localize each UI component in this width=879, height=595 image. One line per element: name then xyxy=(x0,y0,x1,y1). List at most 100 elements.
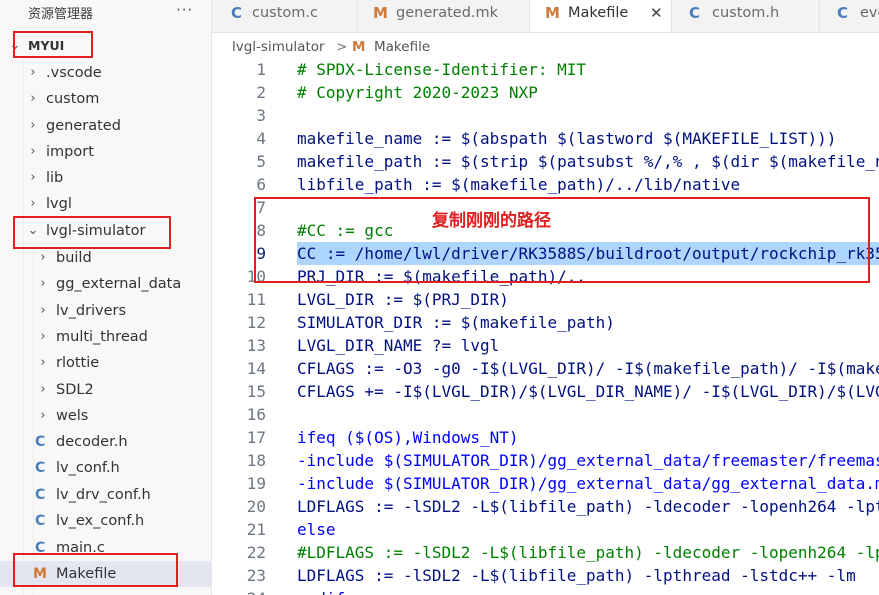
code-line[interactable]: CFLAGS := -O3 -g0 -I$(LVGL_DIR)/ -I$(mak… xyxy=(297,357,879,380)
tree-item-decoder-h[interactable]: C decoder.h xyxy=(0,429,211,455)
code-line-comment[interactable]: # Copyright 2020-2023 NXP xyxy=(297,81,538,104)
chevron-down-icon: ⌄ xyxy=(9,38,21,53)
tab-label: custom.c xyxy=(252,5,318,21)
code-line[interactable]: LVGL_DIR := $(PRJ_DIR) xyxy=(297,288,509,311)
code-line[interactable]: PRJ_DIR := $(makefile_path)/.. xyxy=(297,265,586,288)
tree-item-label: Makefile xyxy=(56,566,117,582)
tree-item-wels[interactable]: › wels xyxy=(0,403,211,429)
tab-generated-mk[interactable]: M generated.mk xyxy=(358,0,530,32)
tree-item-label: gg_external_data xyxy=(56,276,182,292)
close-icon[interactable]: ✕ xyxy=(650,0,663,26)
tree-root-myui[interactable]: ⌄ MYUI xyxy=(0,33,211,59)
code-line[interactable]: makefile_path := $(strip $(patsubst %/,%… xyxy=(297,150,879,173)
tab-custom-h[interactable]: C custom.h xyxy=(672,0,820,32)
code-line[interactable]: LDFLAGS := -lSDL2 -L$(libfile_path) -lde… xyxy=(297,495,879,518)
line-number: 9 xyxy=(256,244,266,263)
tab-label: eve xyxy=(860,5,879,21)
tree-item-label: wels xyxy=(56,408,89,424)
makefile-icon: M xyxy=(33,566,47,582)
tree-item-multi-thread[interactable]: › multi_thread xyxy=(0,324,211,350)
tree-item-import[interactable]: › import xyxy=(0,139,211,165)
tree-item-lib[interactable]: › lib xyxy=(0,165,211,191)
chevron-right-icon: › xyxy=(30,196,36,211)
c-file-icon: C xyxy=(35,460,46,476)
chevron-right-icon: › xyxy=(30,118,36,133)
code-line-comment[interactable]: # SPDX-License-Identifier: MIT xyxy=(297,58,586,81)
c-file-icon: C xyxy=(35,434,46,450)
tree-item-lvgl-simulator[interactable]: ⌄ lvgl-simulator xyxy=(0,218,211,244)
breadcrumb-folder[interactable]: lvgl-simulator xyxy=(232,36,325,58)
line-number: 22 xyxy=(246,543,266,562)
tree-item-rlottie[interactable]: › rlottie xyxy=(0,350,211,376)
line-number: 18 xyxy=(246,451,266,470)
line-number: 16 xyxy=(246,405,266,424)
tab-label: Makefile xyxy=(568,5,629,21)
tree-item-label: main.c xyxy=(56,540,105,556)
tree-item-lv-drv-conf-h[interactable]: C lv_drv_conf.h xyxy=(0,482,211,508)
code-line[interactable]: CFLAGS += -I$(LVGL_DIR)/$(LVGL_DIR_NAME)… xyxy=(297,380,879,403)
tree-item-label: lib xyxy=(46,170,64,186)
code-line[interactable]: LVGL_DIR_NAME ?= lvgl xyxy=(297,334,499,357)
chevron-right-icon: › xyxy=(40,329,46,344)
line-number: 6 xyxy=(256,175,266,194)
tree-item-lvgl[interactable]: › lvgl xyxy=(0,191,211,217)
line-number: 20 xyxy=(246,497,266,516)
tab-eve[interactable]: C eve xyxy=(820,0,879,32)
code-line[interactable]: makefile_name := $(abspath $(lastword $(… xyxy=(297,127,836,150)
editor-tab-bar: C custom.c M generated.mk M Makefile ✕ C… xyxy=(212,0,879,33)
c-file-icon: C xyxy=(35,540,46,556)
tree-item-lv-drivers[interactable]: › lv_drivers xyxy=(0,298,211,324)
more-actions-icon[interactable]: ··· xyxy=(176,1,193,19)
code-line-comment[interactable]: #CC := gcc xyxy=(297,219,393,242)
code-editor[interactable]: 1 2 3 4 5 6 7 8 9 10 11 12 13 14 15 16 1… xyxy=(212,58,879,595)
tab-makefile[interactable]: M Makefile ✕ xyxy=(530,0,672,32)
tree-item-generated[interactable]: › generated xyxy=(0,113,211,139)
tree-item-build[interactable]: › build xyxy=(0,245,211,271)
tree-item-lv-ex-conf-h[interactable]: C lv_ex_conf.h xyxy=(0,508,211,534)
tree-item-label: lv_drv_conf.h xyxy=(56,487,151,503)
line-number: 12 xyxy=(246,313,266,332)
tree-item-label: generated xyxy=(46,118,121,134)
tree-item-main-c[interactable]: C main.c xyxy=(0,535,211,561)
c-file-icon: C xyxy=(231,4,243,22)
line-number: 10 xyxy=(246,267,266,286)
code-line[interactable]: LDFLAGS := -lSDL2 -L$(libfile_path) -lpt… xyxy=(297,564,856,587)
tree-item-label: build xyxy=(56,250,92,266)
tree-item-custom[interactable]: › custom xyxy=(0,86,211,112)
line-number: 11 xyxy=(246,290,266,309)
code-line-keyword[interactable]: ifeq ($(OS),Windows_NT) xyxy=(297,426,519,449)
tree-item-label: SDL2 xyxy=(56,382,94,398)
chevron-right-icon: › xyxy=(40,276,46,291)
c-file-icon: C xyxy=(837,4,849,22)
chevron-right-icon: › xyxy=(40,382,46,397)
code-line-keyword[interactable]: else xyxy=(297,518,336,541)
line-number: 19 xyxy=(246,474,266,493)
tab-custom-c[interactable]: C custom.c xyxy=(212,0,358,32)
code-line-selected[interactable]: CC := /home/lwl/driver/RK3588S/buildroot… xyxy=(297,242,879,265)
code-line-keyword[interactable]: endif xyxy=(297,587,345,595)
tree-item-lv-conf-h[interactable]: C lv_conf.h xyxy=(0,455,211,481)
breadcrumb-file[interactable]: Makefile xyxy=(374,36,430,58)
tree-item-sdl2[interactable]: › SDL2 xyxy=(0,377,211,403)
code-line[interactable]: libfile_path := $(makefile_path)/../lib/… xyxy=(297,173,740,196)
annotation-text: 复制刚刚的路径 xyxy=(432,211,551,231)
tree-item-label: .vscode xyxy=(46,65,102,81)
code-line[interactable]: SIMULATOR_DIR := $(makefile_path) xyxy=(297,311,615,334)
tree-item-gg-external-data[interactable]: › gg_external_data xyxy=(0,271,211,297)
line-number: 14 xyxy=(246,359,266,378)
tree-item-vscode[interactable]: › .vscode xyxy=(0,60,211,86)
code-line-keyword[interactable]: -include $(SIMULATOR_DIR)/gg_external_da… xyxy=(297,449,879,472)
tab-label: custom.h xyxy=(712,5,780,21)
code-line-comment[interactable]: #LDFLAGS := -lSDL2 -L$(libfile_path) -ld… xyxy=(297,541,879,564)
tree-item-makefile[interactable]: M Makefile xyxy=(0,561,211,587)
line-number: 17 xyxy=(246,428,266,447)
code-line-keyword[interactable]: -include $(SIMULATOR_DIR)/gg_external_da… xyxy=(297,472,879,495)
line-number: 21 xyxy=(246,520,266,539)
tree-item-label: lvgl-simulator xyxy=(46,223,146,239)
tree-item-label: decoder.h xyxy=(56,434,128,450)
line-number: 13 xyxy=(246,336,266,355)
chevron-right-icon: › xyxy=(40,250,46,265)
chevron-right-icon: › xyxy=(40,355,46,370)
line-number: 8 xyxy=(256,221,266,240)
tab-label: generated.mk xyxy=(396,5,499,21)
